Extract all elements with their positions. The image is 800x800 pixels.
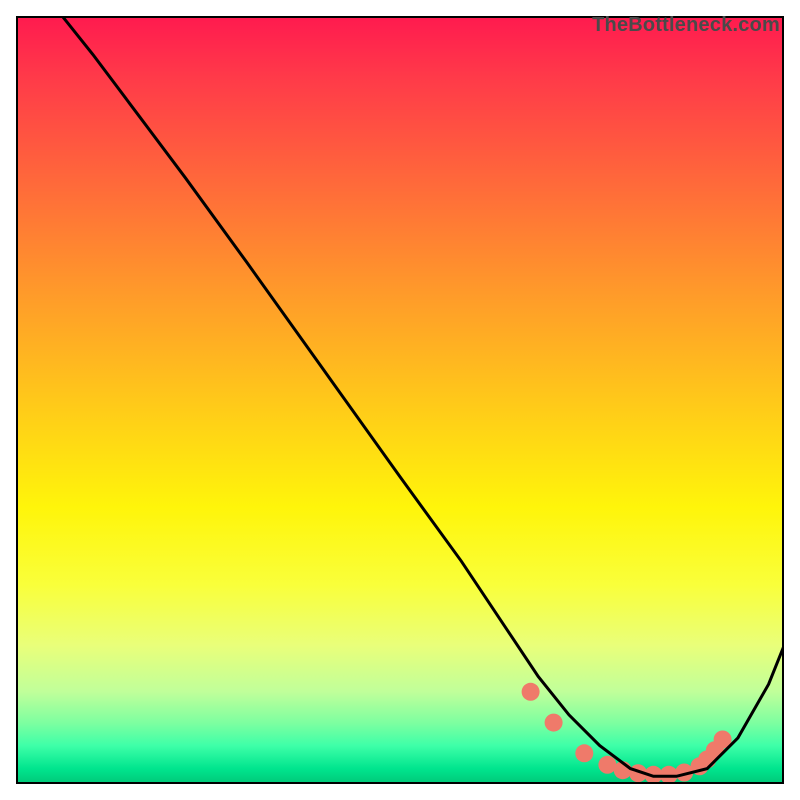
plot-area: TheBottleneck.com [16, 16, 784, 784]
bottleneck-curve-path [62, 16, 784, 776]
marker-dot [545, 714, 563, 732]
marker-dot [598, 756, 616, 774]
watermark-label: TheBottleneck.com [592, 14, 780, 37]
marker-group [522, 683, 732, 784]
chart-container: TheBottleneck.com [0, 0, 800, 800]
marker-dot [575, 744, 593, 762]
marker-dot [522, 683, 540, 701]
chart-svg [16, 16, 784, 784]
